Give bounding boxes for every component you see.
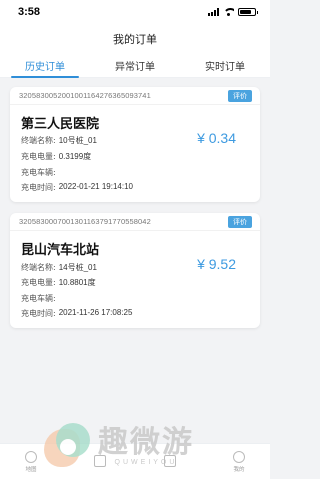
vehicle-row: 充电车辆: xyxy=(21,167,59,178)
energy-row: 充电电量: 0.3199度 xyxy=(21,151,91,162)
row-label: 充电车辆: xyxy=(21,168,56,177)
row-label: 充电电量: xyxy=(21,152,56,161)
wifi-icon xyxy=(223,8,234,16)
row-label: 终端名称: xyxy=(21,263,56,272)
station-name: 第三人民医院 xyxy=(21,117,100,132)
row-value: 14号桩_01 xyxy=(58,263,97,272)
vehicle-row: 充电车辆: xyxy=(21,293,59,304)
station-name: 昆山汽车北站 xyxy=(21,243,100,258)
row-value: 2022-01-21 19:14:10 xyxy=(58,182,133,191)
order-card[interactable]: 32058300520010011642763650937​41 评价 第三人民… xyxy=(10,87,260,202)
watermark-cn: 趣微游 xyxy=(98,424,194,460)
tabbar-label: 我的 xyxy=(233,466,245,473)
order-number: 320583000700130116379177055804​2 xyxy=(19,217,151,226)
order-price: ¥ 9.52 xyxy=(197,256,236,272)
time-row: 充电时间: 2022-01-21 19:14:10 xyxy=(21,182,133,193)
row-label: 充电时间: xyxy=(21,309,56,318)
order-tabs: 历史订单 异常订单 实时订单 xyxy=(0,54,270,78)
row-value: 10号桩_01 xyxy=(58,136,97,145)
rate-button[interactable]: 评价 xyxy=(228,215,252,228)
row-label: 充电电量: xyxy=(21,278,56,287)
signal-icon xyxy=(208,8,219,16)
user-icon xyxy=(232,450,245,463)
watermark-en: QUWEIYOU xyxy=(114,458,178,466)
order-card[interactable]: 320583000700130116379177055804​2 评价 昆山汽车… xyxy=(10,213,260,328)
order-price: ¥ 0.34 xyxy=(197,130,236,146)
terminal-row: 终端名称: 10号桩_01 xyxy=(21,135,97,146)
battery-icon xyxy=(238,8,258,16)
row-value: 10.8801度 xyxy=(58,278,96,287)
watermark-logo-icon xyxy=(42,421,92,471)
tab-realtime[interactable]: 实时订单 xyxy=(199,54,251,78)
tabbar-label: 地图 xyxy=(25,466,37,473)
rate-button[interactable]: 评价 xyxy=(228,89,252,102)
time-row: 充电时间: 2021-11-26 17:08:25 xyxy=(21,308,132,319)
watermark: 趣微游 QUWEIYOU xyxy=(42,421,194,471)
status-time: 3:58 xyxy=(18,6,41,18)
order-number: 32058300520010011642763650937​41 xyxy=(19,91,151,100)
row-label: 充电时间: xyxy=(21,183,56,192)
tab-history[interactable]: 历史订单 xyxy=(11,54,79,78)
nav-bar: 我的订单 xyxy=(0,24,270,54)
status-icons xyxy=(208,8,258,16)
order-card-header: 32058300520010011642763650937​41 评价 xyxy=(10,87,260,105)
tabbar-item-profile[interactable]: 我的 xyxy=(224,444,254,479)
status-bar: 3:58 xyxy=(0,0,270,24)
row-label: 终端名称: xyxy=(21,136,56,145)
row-value: 2021-11-26 17:08:25 xyxy=(58,308,133,317)
watermark-text: 趣微游 QUWEIYOU xyxy=(98,424,194,466)
terminal-row: 终端名称: 14号桩_01 xyxy=(21,262,97,273)
order-card-header: 320583000700130116379177055804​2 评价 xyxy=(10,213,260,231)
energy-row: 充电电量: 10.8801度 xyxy=(21,277,96,288)
row-value: 0.3199度 xyxy=(58,152,92,161)
page-title: 我的订单 xyxy=(113,33,157,46)
map-icon xyxy=(25,450,37,463)
row-label: 充电车辆: xyxy=(21,294,56,303)
tab-abnormal[interactable]: 异常订单 xyxy=(109,54,161,78)
